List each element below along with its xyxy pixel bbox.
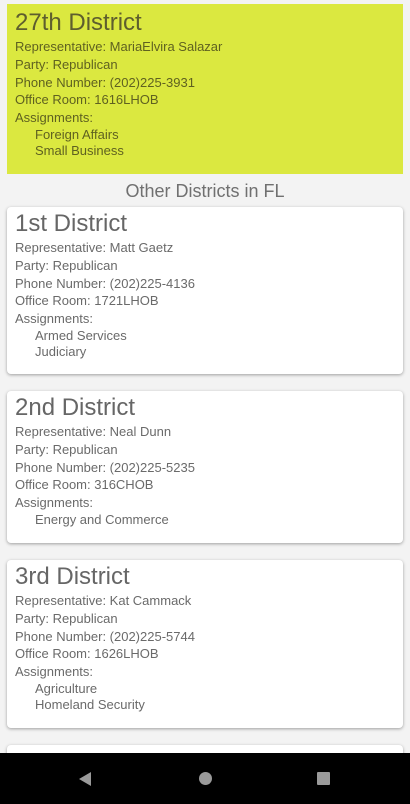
recents-square-icon bbox=[316, 772, 330, 785]
assignment-item: Homeland Security bbox=[35, 696, 145, 712]
office-text: Office Room: 1721LHOB bbox=[15, 293, 159, 309]
district-title: 1st District bbox=[15, 210, 128, 237]
district-title: 2nd District bbox=[15, 394, 136, 421]
party-text: Party: Republican bbox=[15, 441, 118, 457]
assignments-list: Energy and Commerce bbox=[15, 512, 395, 528]
assignment-item: Agriculture bbox=[35, 680, 98, 696]
office-text: Office Room: 1616LHOB bbox=[15, 92, 159, 108]
party-text: Party: Republican bbox=[15, 257, 118, 273]
district-card[interactable]: 3rd District Representative: Kat Cammack… bbox=[7, 560, 403, 728]
office-text: Office Room: 1626LHOB bbox=[15, 646, 159, 662]
district-title: 27th District bbox=[15, 9, 142, 36]
assignments-list: Agriculture Homeland Security bbox=[15, 681, 395, 712]
district-title: 3rd District bbox=[15, 563, 130, 590]
phone-text: Phone Number: (202)225-5235 bbox=[15, 459, 195, 475]
assignment-item: Judiciary bbox=[35, 343, 87, 359]
assignments-list: Foreign Affairs Small Business bbox=[15, 127, 395, 158]
system-navigation-bar bbox=[0, 753, 410, 804]
party-text: Party: Republican bbox=[15, 56, 118, 72]
assignments-label: Assignments: bbox=[15, 495, 94, 511]
assignments-label: Assignments: bbox=[15, 664, 94, 680]
assignments-label: Assignments: bbox=[15, 311, 94, 327]
assignment-item: Foreign Affairs bbox=[35, 126, 119, 142]
assignment-item: Energy and Commerce bbox=[35, 511, 169, 527]
back-button[interactable] bbox=[55, 753, 115, 804]
phone-text: Phone Number: (202)225-5744 bbox=[15, 628, 195, 644]
app-screen: 27th District Representative: MariaElvir… bbox=[0, 0, 410, 804]
district-card[interactable]: 1st District Representative: Matt Gaetz … bbox=[7, 207, 403, 374]
assignment-item: Small Business bbox=[35, 142, 124, 158]
representative-text: Representative: Kat Cammack bbox=[15, 593, 192, 608]
representative-text: Representative: Matt Gaetz bbox=[15, 240, 174, 255]
party-text: Party: Republican bbox=[15, 610, 118, 626]
phone-text: Phone Number: (202)225-3931 bbox=[15, 74, 195, 90]
district-card[interactable]: 2nd District Representative: Neal Dunn P… bbox=[7, 391, 403, 543]
featured-district-card[interactable]: 27th District Representative: MariaElvir… bbox=[7, 4, 403, 174]
assignments-label: Assignments: bbox=[15, 110, 94, 126]
recents-button[interactable] bbox=[293, 753, 353, 804]
representative-text: Representative: Neal Dunn bbox=[15, 424, 172, 439]
section-header: Other Districts in FL bbox=[125, 181, 285, 201]
representative-text: Representative: MariaElvira Salazar bbox=[15, 39, 223, 54]
assignments-list: Armed Services Judiciary bbox=[15, 328, 395, 359]
back-triangle-icon bbox=[79, 771, 91, 786]
home-circle-icon bbox=[198, 772, 212, 785]
office-text: Office Room: 316CHOB bbox=[15, 477, 154, 493]
assignment-item: Armed Services bbox=[35, 327, 127, 343]
home-button[interactable] bbox=[175, 753, 235, 804]
phone-text: Phone Number: (202)225-4136 bbox=[15, 275, 195, 291]
